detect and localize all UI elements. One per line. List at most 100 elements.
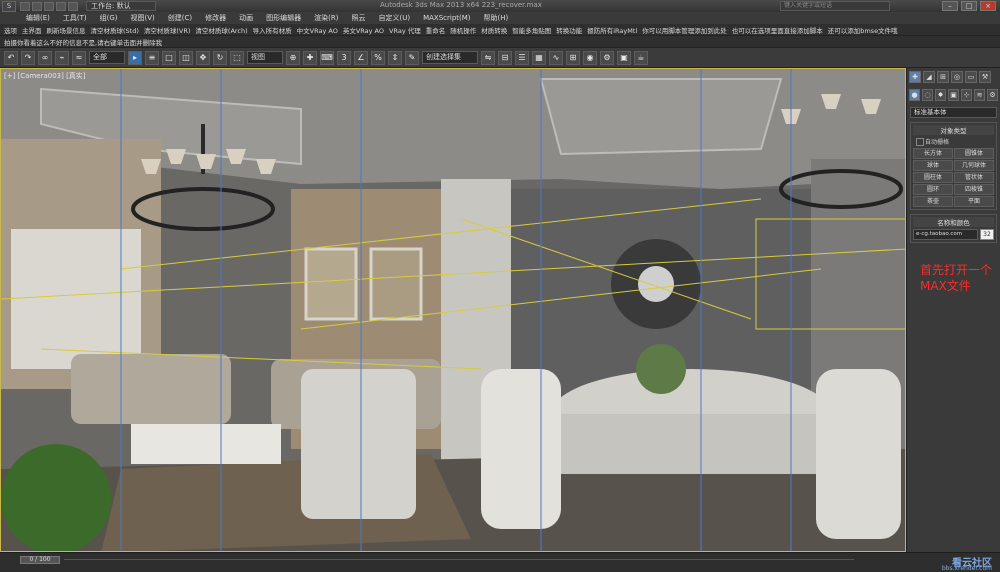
move-icon[interactable]: ✥ [196, 50, 210, 65]
spinner-snap-icon[interactable]: ⇕ [388, 50, 402, 65]
cmd-clear-arch[interactable]: 清空材质球(Arch) [195, 25, 247, 35]
time-slider[interactable]: 0 / 100 [20, 556, 60, 564]
menu-lighting[interactable]: 照云 [351, 13, 365, 23]
rotate-icon[interactable]: ↻ [213, 50, 227, 65]
cameras-icon[interactable]: ▣ [948, 89, 959, 101]
close-icon[interactable]: × [980, 1, 996, 11]
shapes-icon[interactable]: ◌ [922, 89, 933, 101]
spacewarps-icon[interactable]: ≋ [974, 89, 985, 101]
layer-manager-icon[interactable]: ☰ [515, 50, 529, 65]
geosphere-button[interactable]: 几何球体 [954, 160, 994, 171]
cmd-vray-proxy[interactable]: VRay 代理 [389, 25, 421, 35]
new-file-icon[interactable] [20, 1, 30, 11]
named-selection-select[interactable]: 创建选择集 [422, 51, 478, 64]
snaps-toggle-icon[interactable]: 3 [337, 50, 351, 65]
scale-icon[interactable]: ⬚ [230, 50, 244, 65]
helpers-icon[interactable]: ⊹ [961, 89, 972, 101]
plane-button[interactable]: 平面 [954, 196, 994, 207]
cmd-rename[interactable]: 重命名 [426, 25, 446, 35]
cylinder-button[interactable]: 圆柱体 [913, 172, 953, 183]
cmd-clear-vr[interactable]: 清空材质球(VR) [144, 25, 191, 35]
schematic-view-icon[interactable]: ⊞ [566, 50, 580, 65]
menu-edit[interactable]: 编辑(E) [26, 13, 50, 23]
workspace-select[interactable]: 工作台: 默认 [86, 1, 156, 11]
cmd-clear-std[interactable]: 清空材质球(Std) [91, 25, 139, 35]
window-crossing-icon[interactable]: ◫ [179, 50, 193, 65]
menu-rendering[interactable]: 渲染(R) [314, 13, 338, 23]
cmd-options[interactable]: 选项 [4, 25, 17, 35]
tube-button[interactable]: 管状体 [954, 172, 994, 183]
cone-button[interactable]: 圆锥体 [954, 148, 994, 159]
cmd-main-ui[interactable]: 主界面 [22, 25, 42, 35]
curve-editor-icon[interactable]: ∿ [549, 50, 563, 65]
cmd-add-script[interactable]: 你可以用脚本管理添加到此处 [642, 25, 727, 35]
rect-selection-icon[interactable]: □ [162, 50, 176, 65]
camera-viewport[interactable]: [+] [Camera003] [真实] [0, 68, 906, 552]
keyword-search-input[interactable]: 键入关键字或短语 [780, 1, 890, 11]
motion-tab-icon[interactable]: ◎ [951, 71, 963, 83]
material-editor-icon[interactable]: ◉ [583, 50, 597, 65]
select-object-icon[interactable]: ▸ [128, 50, 142, 65]
save-file-icon[interactable] [44, 1, 54, 11]
menu-modifiers[interactable]: 修改器 [205, 13, 226, 23]
cmd-import-materials[interactable]: 导入所有材质 [253, 25, 292, 35]
undo-icon[interactable]: ↶ [4, 50, 18, 65]
menu-maxscript[interactable]: MAXScript(M) [423, 14, 470, 22]
geometry-icon[interactable]: ● [909, 89, 920, 101]
menu-customize[interactable]: 自定义(U) [378, 13, 410, 23]
keyboard-shortcut-icon[interactable]: ⌨ [320, 50, 334, 65]
menu-create[interactable]: 创建(C) [168, 13, 192, 23]
menu-graph-editors[interactable]: 图形编辑器 [266, 13, 301, 23]
select-by-name-icon[interactable]: ≡ [145, 50, 159, 65]
time-track[interactable] [64, 559, 854, 560]
name-color-title[interactable]: 名称和颜色 [913, 217, 994, 227]
selection-filter-select[interactable]: 全部 [89, 51, 125, 64]
display-tab-icon[interactable]: ▭ [965, 71, 977, 83]
menu-tools[interactable]: 工具(T) [63, 13, 87, 23]
pyramid-button[interactable]: 四棱锥 [954, 184, 994, 195]
maximize-icon[interactable]: □ [961, 1, 977, 11]
cmd-add-bmse[interactable]: 还可以添加bmse文件哦 [828, 25, 898, 35]
lights-icon[interactable]: ✸ [935, 89, 946, 101]
sphere-button[interactable]: 球体 [913, 160, 953, 171]
percent-snap-icon[interactable]: % [371, 50, 385, 65]
torus-button[interactable]: 圆环 [913, 184, 953, 195]
teapot-button[interactable]: 茶壶 [913, 196, 953, 207]
cmd-refresh-scene[interactable]: 刷新场景信息 [47, 25, 86, 35]
create-tab-icon[interactable]: ✚ [909, 71, 921, 83]
unlink-icon[interactable]: ⌁ [55, 50, 69, 65]
select-manipulate-icon[interactable]: ✚ [303, 50, 317, 65]
box-button[interactable]: 长方体 [913, 148, 953, 159]
pivot-center-icon[interactable]: ⊕ [286, 50, 300, 65]
render-setup-icon[interactable]: ⚙ [600, 50, 614, 65]
viewport-label[interactable]: [+] [Camera003] [真实] [4, 71, 86, 81]
cmd-vray-ao-en[interactable]: 英文VRay AO [343, 25, 384, 35]
render-production-icon[interactable]: ☕ [634, 50, 648, 65]
object-name-input[interactable]: e-cg.taobao.com [913, 229, 978, 240]
cmd-material-convert[interactable]: 材质转换 [481, 25, 507, 35]
menu-help[interactable]: 帮助(H) [484, 13, 509, 23]
cmd-smart-map[interactable]: 智能多角贴图 [512, 25, 551, 35]
app-logo-icon[interactable]: S [2, 0, 16, 12]
utilities-tab-icon[interactable]: ⚒ [979, 71, 991, 83]
script-hint-text[interactable]: 拍摄你看着这么不好的信息不是,请右键单击面并删除我 [4, 37, 162, 47]
primitive-category-select[interactable]: 标准基本体 [910, 107, 997, 118]
open-file-icon[interactable] [32, 1, 42, 11]
mirror-icon[interactable]: ⇋ [481, 50, 495, 65]
redo-icon[interactable]: ↷ [21, 50, 35, 65]
cmd-add-in-options[interactable]: 也可以在选项里面直接添加脚本 [732, 25, 823, 35]
menu-animation[interactable]: 动画 [239, 13, 253, 23]
cmd-iray[interactable]: 摁防所有iRayMtl [587, 25, 637, 35]
angle-snap-icon[interactable]: ∠ [354, 50, 368, 65]
menu-group[interactable]: 组(G) [100, 13, 118, 23]
autogrid-checkbox[interactable]: 自动栅格 [913, 137, 994, 146]
systems-icon[interactable]: ⚙ [987, 89, 998, 101]
object-type-title[interactable]: 对象类型 [913, 125, 994, 135]
rendered-frame-icon[interactable]: ▣ [617, 50, 631, 65]
hierarchy-tab-icon[interactable]: ⊞ [937, 71, 949, 83]
edit-named-sets-icon[interactable]: ✎ [405, 50, 419, 65]
cmd-convert[interactable]: 转换功能 [556, 25, 582, 35]
cmd-vray-ao-cn[interactable]: 中文VRay AO [297, 25, 338, 35]
menu-views[interactable]: 视图(V) [131, 13, 155, 23]
object-color-swatch[interactable]: 32 [980, 229, 994, 240]
